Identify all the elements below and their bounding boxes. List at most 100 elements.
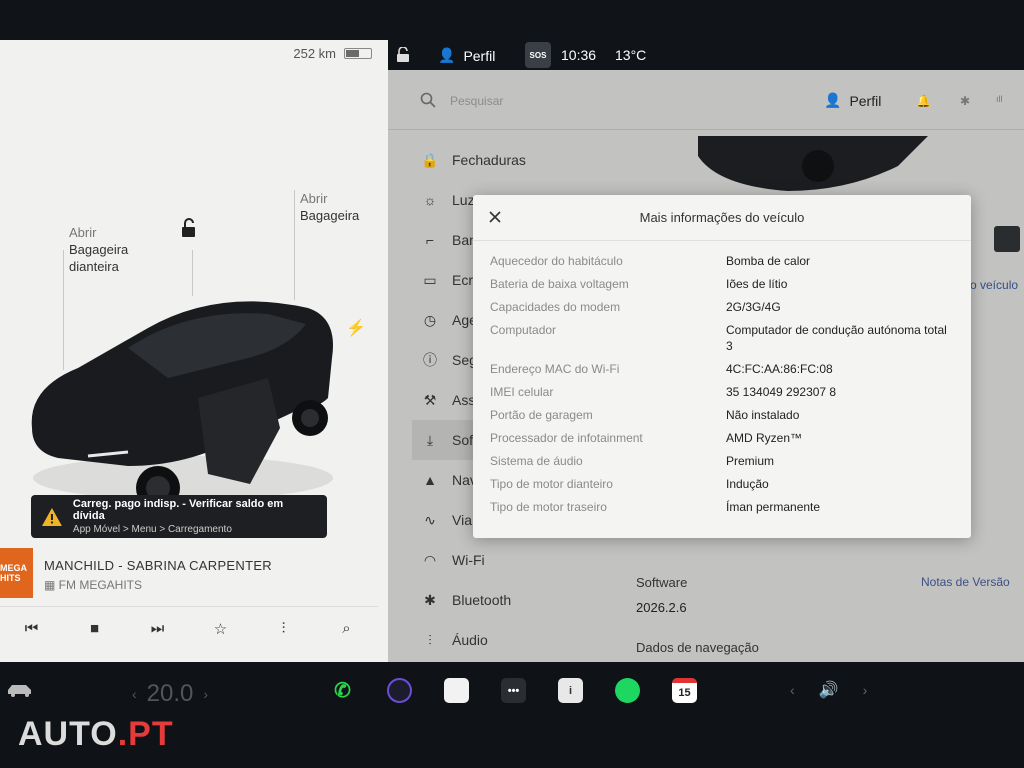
- profile-button[interactable]: 👤 Perfil: [438, 47, 495, 64]
- watermark-main: AUTO: [18, 715, 118, 753]
- bluetooth-icon[interactable]: ✱: [960, 94, 974, 108]
- audio-icon: ⫶: [428, 631, 432, 648]
- notification-bell-icon[interactable]: 🔔: [916, 94, 931, 108]
- info-value: Computador de condução autónoma total 3: [726, 323, 947, 353]
- station-name: ▦ FM MEGAHITS: [44, 578, 143, 592]
- info-value: Premium: [726, 454, 775, 468]
- info-key: IMEI celular: [490, 385, 554, 399]
- clock-icon: ◷: [423, 311, 437, 328]
- more-icon[interactable]: •••: [501, 678, 526, 703]
- front-trunk-action: Abrir: [69, 225, 97, 240]
- navigation-icon: ▲: [423, 472, 437, 488]
- previous-icon[interactable]: ⏮: [22, 619, 42, 639]
- info-value: AMD Ryzen™: [726, 431, 803, 445]
- front-trunk-label: Bagageira dianteira: [69, 242, 129, 274]
- range-value: 252 km: [293, 46, 336, 61]
- person-icon: 👤: [824, 92, 842, 108]
- display-icon[interactable]: [994, 226, 1020, 252]
- callout-line: [294, 190, 295, 300]
- info-key: Sistema de áudio: [490, 454, 583, 468]
- settings-menu-label: Fechaduras: [452, 152, 526, 168]
- watermark-logo: AUTO.PT: [18, 715, 174, 754]
- search-icon: [420, 92, 436, 108]
- info-row: Sistema de áudio Premium: [490, 453, 954, 469]
- outside-temperature: 13°C: [615, 47, 647, 63]
- charge-port-icon[interactable]: ⚡: [346, 318, 366, 338]
- display-icon: ▭: [423, 271, 437, 288]
- charging-alert[interactable]: Carreg. pago indisp. - Verificar saldo e…: [31, 495, 327, 538]
- phone-icon[interactable]: ✆: [330, 678, 355, 703]
- info-row: Tipo de motor dianteiro Indução: [490, 476, 954, 492]
- alert-title: Carreg. pago indisp. - Verificar saldo e…: [72, 498, 284, 522]
- station-logo: MEGA HITS: [0, 548, 33, 598]
- lock-icon: 🔒: [421, 151, 439, 168]
- info-key: Capacidades do modem: [490, 300, 621, 314]
- info-key: Portão de garagem: [490, 408, 593, 422]
- vehicle-info-list: Aquecedor do habitáculo Bomba de calor Bat…: [490, 253, 954, 522]
- equalizer-icon[interactable]: ⫶: [274, 619, 294, 639]
- next-icon[interactable]: ⏭: [148, 619, 168, 639]
- info-value: Iões de lítio: [726, 277, 788, 291]
- info-row: Bateria de baixa voltagem Iões de lítio: [490, 276, 954, 292]
- download-icon: ⤓: [426, 431, 434, 448]
- climate-control[interactable]: ‹ 20.0 ›: [132, 680, 208, 708]
- vehicle-link[interactable]: o veículo: [970, 278, 1018, 292]
- settings-profile-label: Perfil: [849, 92, 882, 109]
- vehicle-info-modal: Mais informações do veículo Aquecedor do…: [473, 195, 971, 538]
- settings-menu-item[interactable]: ⫶ Áudio: [412, 620, 602, 660]
- info-key: Aquecedor do habitáculo: [490, 254, 623, 268]
- cabin-temperature: 20.0: [146, 680, 194, 707]
- info-row: Aquecedor do habitáculo Bomba de calor: [490, 253, 954, 269]
- release-notes-link[interactable]: Notas de Versão: [921, 575, 1010, 589]
- volume-up-icon[interactable]: ›: [863, 682, 868, 698]
- settings-menu-label: Ecr: [452, 272, 473, 288]
- light-icon: ☼: [423, 192, 437, 208]
- spotify-icon[interactable]: [615, 678, 640, 703]
- temp-down-icon[interactable]: ‹: [132, 686, 137, 702]
- camera-icon[interactable]: [387, 678, 412, 703]
- settings-profile-button[interactable]: 👤 Perfil: [824, 92, 881, 109]
- info-key: Tipo de motor dianteiro: [490, 477, 613, 491]
- settings-menu-label: Áudio: [452, 632, 488, 648]
- info-key: Endereço MAC do Wi-Fi: [490, 362, 620, 376]
- settings-header: Pesquisar 👤 Perfil 🔔 ✱ ıll: [388, 70, 1024, 130]
- shield-icon: ⓘ: [423, 352, 437, 368]
- car-icon[interactable]: [6, 682, 34, 698]
- settings-menu-label: Bluetooth: [452, 592, 512, 608]
- settings-menu-label: Luz: [452, 192, 475, 208]
- info-value: 4C:FC:AA:86:FC:08: [726, 362, 833, 376]
- temp-up-icon[interactable]: ›: [203, 686, 208, 702]
- notes-icon[interactable]: [444, 678, 469, 703]
- sos-button[interactable]: SOS: [525, 42, 551, 68]
- battery-icon: [344, 48, 372, 59]
- warning-icon: [41, 507, 62, 526]
- info-row: Processador de infotainment AMD Ryzen™: [490, 430, 954, 446]
- station-label: FM MEGAHITS: [58, 578, 143, 592]
- search-input[interactable]: Pesquisar: [450, 94, 503, 108]
- manual-icon[interactable]: i: [558, 678, 583, 703]
- car-image: [31, 301, 333, 508]
- settings-menu-item[interactable]: ◠ Wi-Fi: [412, 540, 602, 580]
- tesla-screen: 252 km Abrir Bagageira dianteira Abrir B…: [0, 0, 1024, 768]
- settings-menu-item[interactable]: 🔒 Fechaduras: [412, 140, 602, 180]
- unlock-icon[interactable]: [180, 218, 198, 238]
- media-search-icon[interactable]: ⌕: [337, 619, 357, 639]
- front-trunk-button[interactable]: Abrir Bagageira dianteira: [69, 224, 149, 275]
- speaker-icon[interactable]: 🔊: [819, 680, 839, 700]
- navigation-data-label: Dados de navegação: [636, 640, 759, 655]
- settings-menu-item[interactable]: ✱ Bluetooth: [412, 580, 602, 620]
- media-controls: ⏮ ■ ⏭ ☆ ⫶ ⌕: [0, 606, 378, 650]
- volume-down-icon[interactable]: ‹: [790, 682, 795, 698]
- door-lock-icon[interactable]: [396, 47, 410, 63]
- info-value: Não instalado: [726, 408, 800, 422]
- info-key: Bateria de baixa voltagem: [490, 277, 629, 291]
- volume-control[interactable]: ‹ 🔊 ›: [790, 680, 867, 700]
- favorite-star-icon[interactable]: ☆: [211, 619, 231, 639]
- info-value: Íman permanente: [726, 500, 821, 514]
- settings-menu-label: Wi-Fi: [452, 552, 485, 568]
- calendar-icon[interactable]: 15: [672, 678, 697, 703]
- info-row: Computador Computador de condução autónom…: [490, 322, 954, 354]
- stop-icon[interactable]: ■: [85, 619, 105, 639]
- bluetooth-icon: ✱: [424, 591, 436, 608]
- rear-trunk-button[interactable]: Abrir Bagageira: [300, 190, 359, 224]
